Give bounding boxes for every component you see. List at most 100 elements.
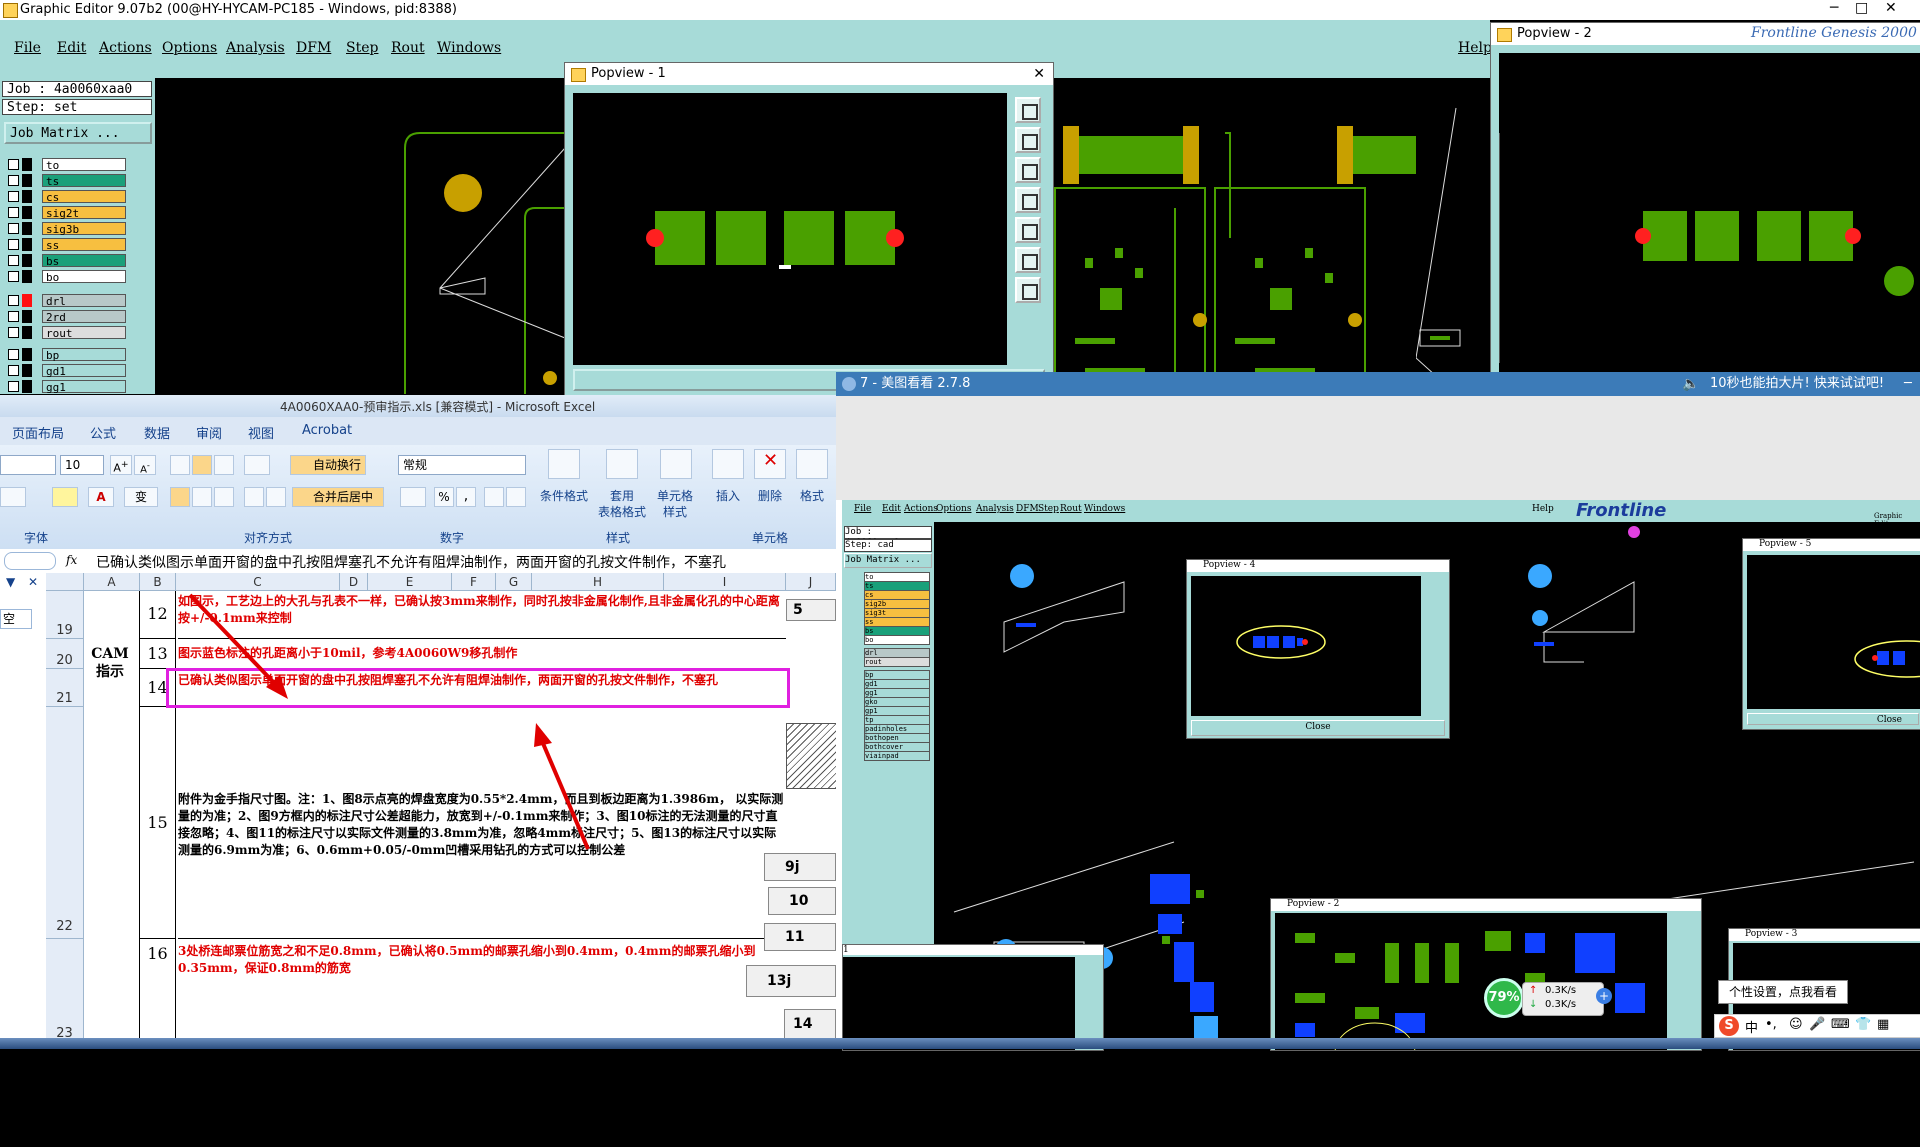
layer-name[interactable]: bs	[42, 254, 126, 268]
net-add-icon[interactable]: +	[1596, 988, 1612, 1004]
delete-cells-label[interactable]: 删除	[752, 487, 788, 504]
menu-dfm[interactable]: DFM	[296, 40, 331, 56]
border-button[interactable]	[0, 487, 26, 507]
column-header-c[interactable]: C	[176, 573, 340, 591]
column-header-i[interactable]: I	[664, 573, 786, 591]
layer-name[interactable]: cs	[42, 190, 126, 204]
layer-row-ss[interactable]: ss	[4, 238, 126, 252]
table-format-label-2[interactable]: 表格格式	[592, 503, 652, 520]
decrease-indent-button[interactable]	[244, 487, 264, 507]
popview-1-titlebar[interactable]: Popview - 1 ✕	[565, 63, 1053, 85]
popview-1-window[interactable]: Popview - 1 ✕ Close	[564, 62, 1054, 396]
menu-step[interactable]: Step	[346, 40, 378, 56]
align-center-button[interactable]	[192, 487, 212, 507]
column-header-a[interactable]: A	[84, 573, 140, 591]
tab-formulas[interactable]: 公式	[90, 423, 116, 442]
pan-right-icon[interactable]	[1015, 217, 1041, 243]
tab-review[interactable]: 审阅	[196, 423, 222, 442]
menu-help[interactable]: Help	[1458, 40, 1492, 56]
column-header-b[interactable]: B	[140, 573, 176, 591]
network-speed-widget[interactable]: 79% ↑ 0.3K/s ↓ 0.3K/s +	[1484, 976, 1616, 1018]
font-size-select[interactable]: 10	[60, 455, 104, 475]
shrink-font-button[interactable]: A-	[134, 455, 156, 475]
spreadsheet-grid[interactable]: ▼ ✕ 空 A B C D E F G H I J 19 20 21 22 23…	[0, 573, 838, 1049]
dropdown-icon[interactable]: ▼	[6, 575, 15, 589]
layer-name[interactable]: to	[42, 158, 126, 172]
cell-style-label-1[interactable]: 单元格	[650, 487, 700, 504]
layer-checkbox[interactable]	[8, 327, 19, 338]
layer-row-cs[interactable]: cs	[4, 190, 126, 204]
align-bottom-button[interactable]	[214, 455, 234, 475]
menu-rout[interactable]: Rout	[391, 40, 425, 56]
align-top-button[interactable]	[170, 455, 190, 475]
layer-checkbox[interactable]	[8, 223, 19, 234]
layer-row-bp[interactable]: bp	[4, 348, 126, 362]
excel-window[interactable]: 4A0060XAA0-预审指示.xls [兼容模式] - Microsoft E…	[0, 395, 838, 1049]
increase-indent-button[interactable]	[266, 487, 286, 507]
close-icon[interactable]: ✕	[1033, 63, 1045, 85]
increase-decimal-button[interactable]	[484, 487, 504, 507]
graphic-editor-titlebar[interactable]: Graphic Editor 9.07b2 (00@HY-HYCAM-PC185…	[0, 0, 1920, 20]
layer-checkbox[interactable]	[8, 349, 19, 360]
layer-row-gd1[interactable]: gd1	[4, 364, 126, 378]
row-header-23[interactable]: 23	[46, 939, 84, 1049]
cell-style-label-2[interactable]: 样式	[650, 503, 700, 520]
row-header-22[interactable]: 22	[46, 707, 84, 939]
layer-name[interactable]: sig3b	[42, 222, 126, 236]
layer-row-to[interactable]: to	[4, 158, 126, 172]
layer-checkbox[interactable]	[8, 207, 19, 218]
orientation-button[interactable]	[244, 455, 270, 475]
layer-name[interactable]: gd1	[42, 364, 126, 378]
layer-checkbox[interactable]	[8, 381, 19, 392]
layer-row-sig3b[interactable]: sig3b	[4, 222, 126, 236]
name-box[interactable]	[4, 552, 56, 570]
layer-row-drl[interactable]: drl	[4, 294, 126, 308]
job-matrix-button[interactable]: Job Matrix ...	[4, 122, 152, 144]
layer-checkbox[interactable]	[8, 175, 19, 186]
image-viewer-window[interactable]: 7 - 美图看看 2.7.8 🔈 10秒也能拍大片! 快来试试吧! ─ File…	[836, 372, 1920, 1051]
layer-row-rout[interactable]: rout	[4, 326, 126, 340]
fill-color-button[interactable]	[52, 487, 78, 507]
tab-page-layout[interactable]: 页面布局	[12, 423, 64, 442]
layer-row-sig2t[interactable]: sig2t	[4, 206, 126, 220]
currency-button[interactable]	[400, 487, 426, 507]
ime-toolbar[interactable]: S 中 •, ☺ 🎤 ⌨ 👕 ▦	[1714, 1014, 1920, 1038]
conditional-format-label[interactable]: 条件格式	[536, 487, 592, 504]
phonetic-button[interactable]: 变	[124, 487, 158, 507]
font-color-button[interactable]: A	[88, 487, 114, 507]
insert-cells-icon[interactable]	[712, 449, 744, 479]
decrease-decimal-button[interactable]	[506, 487, 526, 507]
tooltip-personal-settings[interactable]: 个性设置，点我看看	[1718, 980, 1848, 1004]
task-pane-cell[interactable]: 空	[0, 609, 32, 629]
close-icon[interactable]: ✕	[1885, 0, 1897, 16]
viewer-ad-text[interactable]: 10秒也能拍大片! 快来试试吧!	[1710, 372, 1884, 396]
tab-acrobat[interactable]: Acrobat	[302, 423, 352, 438]
grow-font-button[interactable]: A+	[110, 455, 132, 475]
image-viewer-titlebar[interactable]: 7 - 美图看看 2.7.8 🔈 10秒也能拍大片! 快来试试吧! ─	[836, 372, 1920, 396]
excel-titlebar[interactable]: 4A0060XAA0-预审指示.xls [兼容模式] - Microsoft E…	[0, 395, 836, 417]
layer-checkbox[interactable]	[8, 239, 19, 250]
menu-actions[interactable]: Actions	[99, 40, 152, 56]
popview-1-canvas[interactable]	[573, 93, 1007, 365]
column-header-j[interactable]: J	[786, 573, 836, 591]
tab-data[interactable]: 数据	[144, 423, 170, 442]
format-cells-icon[interactable]	[796, 449, 828, 479]
layer-row-gg1[interactable]: gg1	[4, 380, 126, 394]
insert-cells-label[interactable]: 插入	[710, 487, 746, 504]
row-header-21[interactable]: 21	[46, 669, 84, 707]
cell-style-icon[interactable]	[660, 449, 692, 479]
popview-2-window[interactable]: Popview - 2 Frontline Genesis 2000	[1490, 22, 1920, 396]
item-text-16[interactable]: 3处桥连邮票位筋宽之和不足0.8mm，已确认将0.5mm的邮票孔缩小到0.4mm…	[178, 939, 786, 1049]
layer-name[interactable]: rout	[42, 326, 126, 340]
layer-row-bo[interactable]: bo	[4, 270, 126, 284]
format-cells-label[interactable]: 格式	[794, 487, 830, 504]
font-name-select[interactable]	[0, 455, 56, 475]
popview-2-canvas[interactable]	[1499, 53, 1920, 395]
zoom-out-icon[interactable]	[1015, 157, 1041, 183]
table-format-label-1[interactable]: 套用	[598, 487, 646, 504]
align-middle-button[interactable]	[192, 455, 212, 475]
layer-row-2rd[interactable]: 2rd	[4, 310, 126, 324]
select-all-corner[interactable]	[46, 573, 84, 591]
fit-view-icon[interactable]	[1015, 97, 1041, 123]
menu-options[interactable]: Options	[162, 40, 217, 56]
